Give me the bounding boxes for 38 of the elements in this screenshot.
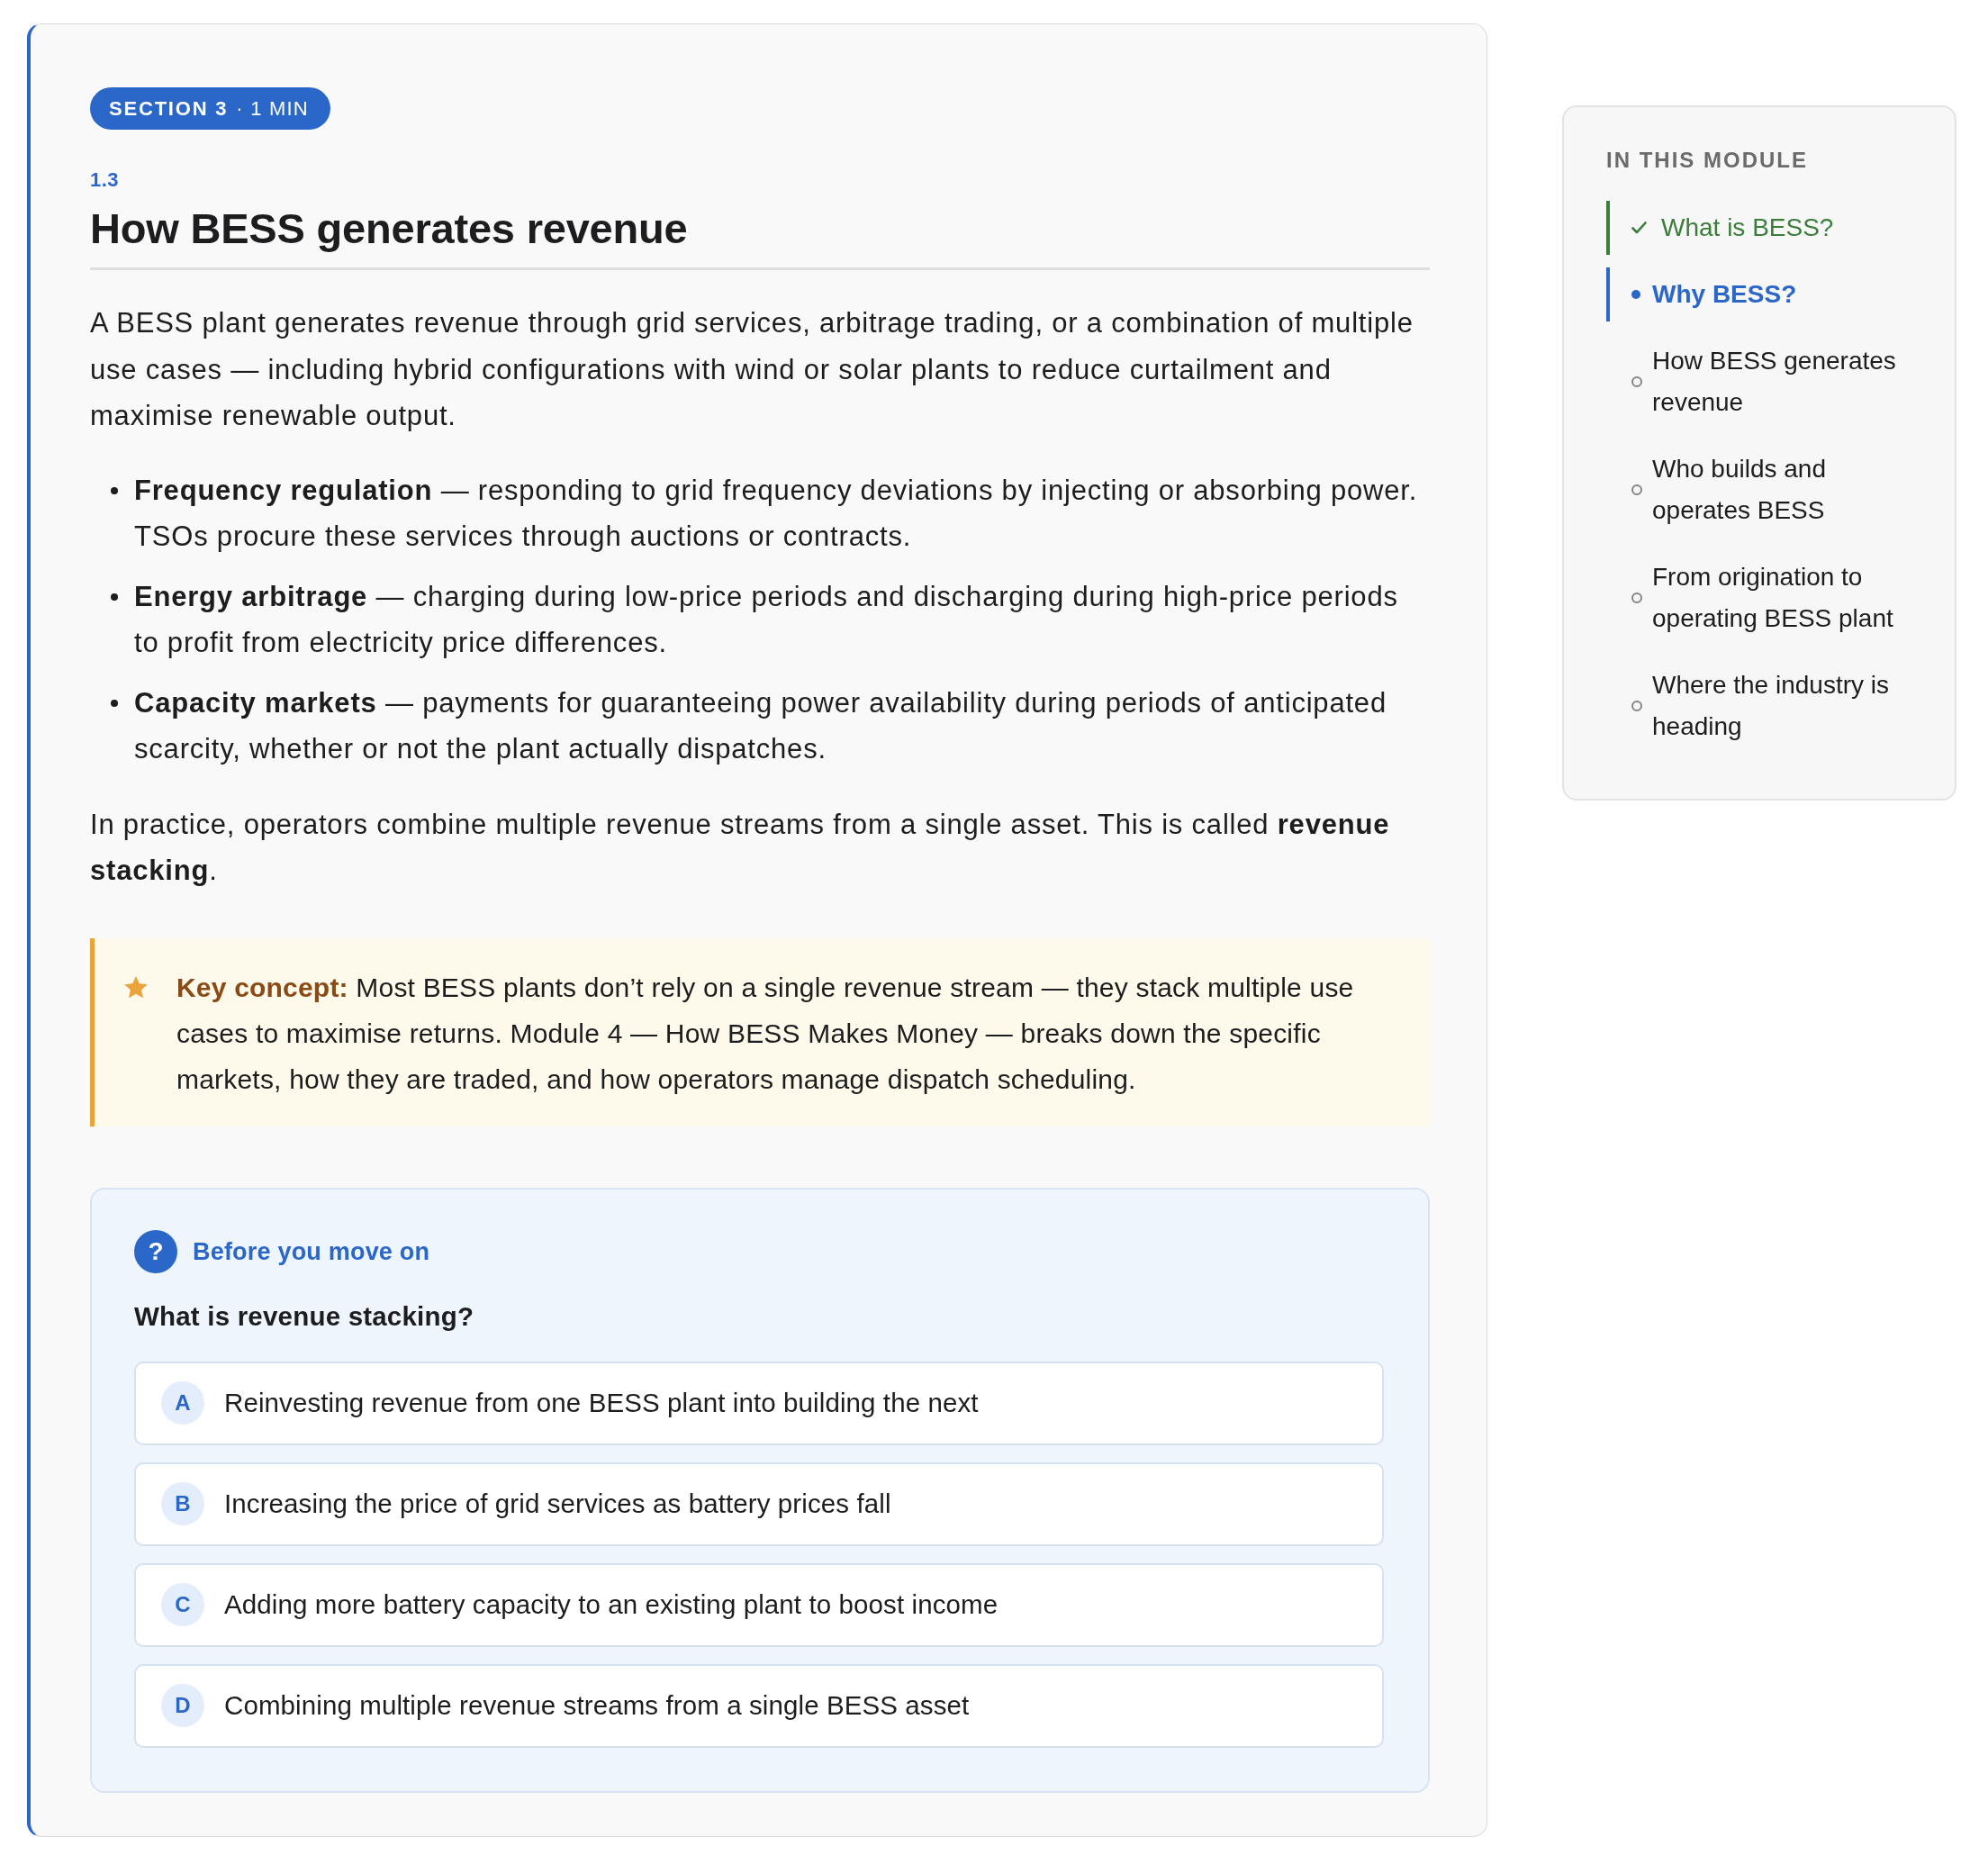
nav-heading: IN THIS MODULE [1606,148,1809,173]
dot-icon [1631,290,1640,299]
body-paragraph: A BESS plant generates revenue through grid services, arbitrage trading, or a combination of multiple use cases — including hybrid configurations with wind or solar plants to reduce curtailment and maximise renewable output. [90,306,1414,433]
check-icon [1631,222,1647,234]
option-letter: A [161,1381,204,1425]
section-label: SECTION 3 [109,96,229,121]
bullet-icon [111,486,118,494]
nav-item[interactable]: Who builds and operates BESS [1606,442,1920,538]
callout-text: Key concept: Most BESS plants don’t rely on a single revenue stream — they stack multiple use cases to maximise returns. Module 4 — How BESS Makes Money — breaks down the specific markets, how they are traded, and how operators manage dispatch scheduling. [176,971,1355,1096]
bullet-text: Frequency regulation — responding to grid frequency deviations by injecting or absorbing power. TSOs procure these services through auctions or contracts. [134,473,1419,554]
answer-option[interactable]: C Adding more battery capacity to an existing plant to boost income [134,1562,1384,1647]
duration-label: · 1 MIN [236,96,309,121]
quiz-heading: Before you move on [193,1236,430,1266]
ring-icon [1631,701,1642,711]
answer-option[interactable]: D Combining multiple revenue streams from a single BESS asset [134,1663,1384,1748]
body-paragraph: In practice, operators combine multiple revenue streams from a single asset. This is called revenue stacking. [90,807,1391,888]
answer-option[interactable]: B Increasing the price of grid services as battery prices fall [134,1461,1384,1546]
ring-icon [1631,593,1642,603]
bullet-text: Capacity markets — payments for guaranteeing power availability during periods of anticipated scarcity, whether or not the plant actually dispatches. [134,685,1387,766]
option-letter: C [161,1583,204,1626]
answer-option[interactable]: A Reinvesting revenue from one BESS plant into building the next [134,1361,1384,1445]
ring-icon [1631,484,1642,495]
star-icon [123,974,149,1000]
nav-item[interactable]: Where the industry is heading [1606,658,1920,754]
lesson-title: How BESS generates revenue [90,204,1430,270]
option-letter: B [161,1482,204,1525]
nav-item[interactable]: What is BESS? [1606,201,1920,255]
nav-item[interactable]: How BESS generates revenue [1606,334,1920,430]
bullet-text: Energy arbitrage — charging during low-price periods and discharging during high-price periods to profit from electricity price differences. [134,579,1399,660]
quiz-question: What is revenue stacking? [134,1299,475,1333]
option-letter: D [161,1684,204,1727]
bullet-icon [111,593,118,601]
nav-item[interactable]: Why BESS? [1606,267,1920,321]
ring-icon [1631,376,1642,387]
question-mark-icon: ? [134,1229,177,1273]
section-number: 1.3 [90,168,121,192]
nav-item[interactable]: From origination to operating BESS plant [1606,550,1920,646]
bullet-icon [111,699,118,707]
